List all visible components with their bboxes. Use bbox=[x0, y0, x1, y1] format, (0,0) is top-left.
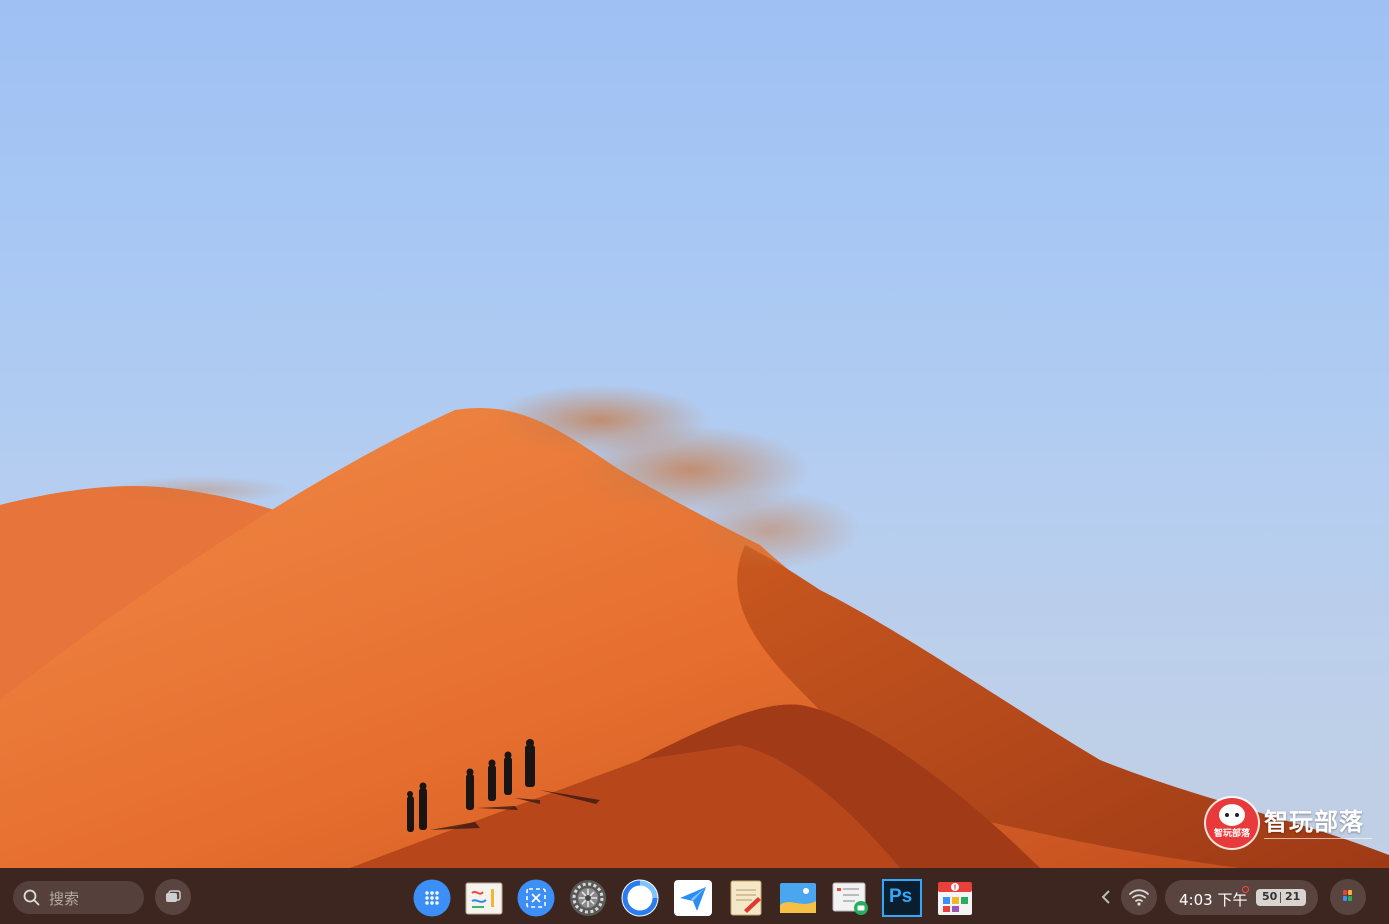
screenshot-icon bbox=[517, 879, 555, 917]
paper-plane-icon bbox=[674, 880, 712, 916]
screenshot-app-button[interactable] bbox=[516, 879, 556, 917]
wifi-icon bbox=[1129, 889, 1149, 906]
assistant-button[interactable] bbox=[1330, 879, 1366, 915]
files-app-button[interactable] bbox=[830, 879, 870, 917]
notepad-icon bbox=[730, 880, 762, 916]
watermark-badge-text: 智玩部落 bbox=[1213, 829, 1250, 839]
taskbar-search[interactable] bbox=[13, 881, 144, 916]
settings-app-button[interactable] bbox=[568, 879, 608, 917]
wifi-button[interactable] bbox=[1121, 879, 1157, 915]
assistant-icon bbox=[1343, 890, 1352, 901]
photoshop-label: Ps bbox=[889, 886, 913, 907]
chevron-left-icon bbox=[1101, 890, 1110, 904]
svg-text:!: ! bbox=[953, 884, 956, 892]
store-app-button[interactable]: ! bbox=[935, 879, 975, 917]
gear-icon bbox=[570, 880, 606, 916]
app-store-icon: ! bbox=[938, 882, 972, 915]
watermark-title: 智玩部落 bbox=[1264, 808, 1364, 836]
photos-app-button[interactable] bbox=[778, 879, 818, 917]
browser-icon bbox=[621, 879, 659, 917]
battery-indicator: 50 21 bbox=[1256, 889, 1306, 906]
battery-left-value: 50 bbox=[1262, 890, 1278, 903]
photoshop-app-button[interactable]: Ps bbox=[882, 879, 922, 917]
send-app-button[interactable] bbox=[673, 879, 713, 917]
search-icon bbox=[23, 889, 40, 906]
app-launcher-button[interactable] bbox=[412, 879, 452, 917]
sketch-app-button[interactable] bbox=[464, 879, 504, 917]
notification-dot-icon bbox=[1242, 886, 1249, 893]
grid-icon bbox=[413, 879, 451, 917]
tray-expand-button[interactable] bbox=[1097, 887, 1115, 907]
watermark-underline bbox=[1264, 838, 1372, 839]
clock-battery-pill[interactable]: 4:03 下午 50 21 bbox=[1165, 880, 1318, 915]
overview-button[interactable] bbox=[155, 879, 191, 915]
bear-mascot-icon: 智玩部落 bbox=[1206, 798, 1258, 848]
desktop: 智玩部落 智玩部落 bbox=[0, 0, 1389, 868]
file-manager-icon bbox=[832, 882, 868, 915]
watermark-logo: 智玩部落 智玩部落 bbox=[1206, 798, 1376, 854]
overview-icon bbox=[166, 890, 181, 902]
clock-time: 4:03 下午 bbox=[1179, 891, 1248, 909]
desert-wallpaper bbox=[0, 385, 1389, 868]
search-input[interactable] bbox=[47, 881, 141, 916]
whiteboard-icon bbox=[465, 882, 503, 915]
notes-app-button[interactable] bbox=[726, 879, 766, 917]
landscape-icon bbox=[780, 883, 816, 913]
battery-right-value: 21 bbox=[1285, 890, 1301, 903]
browser-app-button[interactable] bbox=[620, 879, 660, 917]
